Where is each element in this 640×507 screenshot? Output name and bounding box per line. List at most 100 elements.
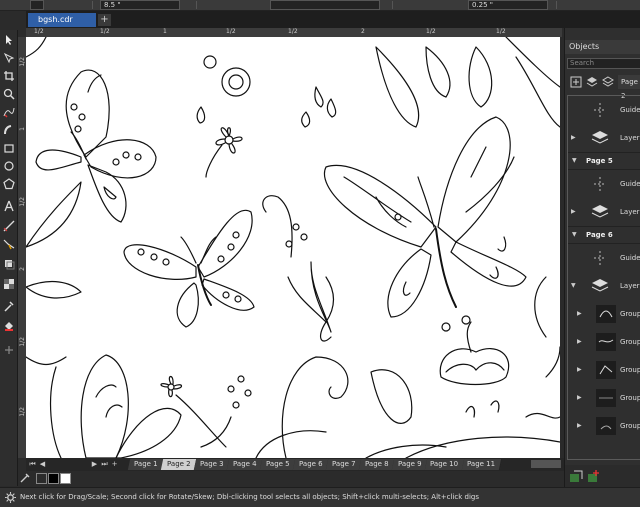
document-tab-row: bgsh.cdr + [0, 11, 640, 28]
new-layer-icon[interactable] [587, 469, 601, 483]
horizontal-scrollbar[interactable] [531, 460, 561, 468]
layer-icon [591, 205, 609, 218]
tree-item-guides[interactable]: Guides [568, 244, 640, 272]
docker-search-input[interactable]: Search [567, 58, 640, 69]
expand-icon[interactable]: ▶ [577, 338, 582, 345]
collapse-icon[interactable]: ▼ [571, 282, 576, 289]
white-swatch[interactable] [60, 473, 71, 484]
ruler-tick: 1/2 [19, 197, 26, 207]
eyedropper-icon[interactable] [20, 473, 30, 483]
ruler-tick: 1 [19, 127, 26, 131]
add-page-icon[interactable]: + [110, 459, 119, 470]
page-tab-active[interactable]: Page 2 [160, 459, 198, 470]
layer-view-icon[interactable] [601, 75, 615, 89]
new-master-layer-icon[interactable] [569, 469, 583, 483]
add-tool-icon[interactable] [2, 342, 16, 358]
page-tab[interactable]: Page 7 [325, 459, 363, 470]
text-tool-icon[interactable] [2, 198, 16, 214]
transparency-tool-icon[interactable] [2, 276, 16, 292]
collapse-icon[interactable]: ▼ [572, 157, 577, 164]
units-dropdown[interactable] [270, 0, 380, 10]
status-bar: Next click for Drag/Scale; Second click … [0, 487, 640, 507]
page-tab[interactable]: Page 4 [226, 459, 264, 470]
guides-icon [594, 103, 606, 117]
add-tab-button[interactable]: + [98, 14, 111, 26]
tree-item-group[interactable]: ▶ Group [574, 384, 640, 412]
tree-item-layer[interactable]: ▶ Layer 1 [568, 198, 640, 226]
freehand-tool-icon[interactable] [2, 104, 16, 120]
page-tab[interactable]: Page 1 [127, 459, 165, 470]
expand-icon[interactable]: ▶ [571, 134, 576, 141]
tree-item-group[interactable]: ▶ Group [574, 300, 640, 328]
eyedropper-icon[interactable] [2, 298, 16, 314]
tree-item-guides[interactable]: Guides [568, 96, 640, 124]
nudge-distance-field[interactable]: 0.25 " [468, 0, 548, 10]
new-layer-icon[interactable] [569, 75, 583, 89]
tree-page-header[interactable]: ▼ Page 6 [568, 226, 640, 244]
next-page-icon[interactable]: ▶ [90, 459, 99, 470]
height-field[interactable]: 8.5 " [100, 0, 180, 10]
toolbox [0, 30, 18, 486]
no-color-swatch[interactable] [36, 473, 47, 484]
ruler-tick: 2 [19, 267, 26, 271]
drawing-canvas[interactable] [26, 37, 560, 458]
ellipse-tool-icon[interactable] [2, 158, 16, 174]
polygon-tool-icon[interactable] [2, 176, 16, 192]
page-navigator: ⏮ ◀ ▶ ⏭ + Page 1 Page 2 Page 3 Page 4 Pa… [26, 458, 564, 471]
tree-page-header[interactable]: ▼ Page 5 [568, 152, 640, 170]
docker-footer [565, 465, 640, 487]
shape-tool-icon[interactable] [2, 50, 16, 66]
property-bar: 8.5 " 0.25 " [0, 0, 640, 11]
layers-icon[interactable] [585, 75, 599, 89]
group-thumbnail [596, 305, 616, 323]
page-tab[interactable]: Page 8 [358, 459, 396, 470]
ruler-tick: 1/2 [288, 28, 298, 35]
ruler-tick: 1/2 [426, 28, 436, 35]
butterfly-top-left [35, 69, 157, 223]
document-tab[interactable]: bgsh.cdr [28, 13, 96, 27]
first-page-icon[interactable]: ⏮ [28, 459, 37, 470]
crop-tool-icon[interactable] [2, 68, 16, 84]
page-tab[interactable]: Page 6 [292, 459, 330, 470]
ruler-tick: 1/2 [34, 28, 44, 35]
pick-tool-icon[interactable] [2, 32, 16, 48]
tree-item-guides[interactable]: Guides [568, 170, 640, 198]
guides-icon [594, 177, 606, 191]
tree-item-group[interactable]: ▶ Group [574, 356, 640, 384]
ruler-tick: 1/2 [226, 28, 236, 35]
page-tab[interactable]: Page 11 [461, 459, 503, 470]
artistic-media-icon[interactable] [2, 122, 16, 138]
collapse-icon[interactable]: ▼ [572, 231, 577, 238]
toolbox-corner [0, 11, 26, 28]
group-thumbnail [596, 417, 616, 435]
tree-item-layer[interactable]: ▼ Layer 1 [568, 272, 640, 300]
interactive-fill-icon[interactable] [2, 318, 16, 334]
tree-item-layer[interactable]: ▶ Layer 1 [568, 124, 640, 152]
expand-icon[interactable]: ▶ [577, 366, 582, 373]
parallel-dimension-icon[interactable] [2, 218, 16, 234]
guides-icon [594, 251, 606, 265]
page-selector[interactable]: Page 2 [618, 75, 640, 100]
rectangle-tool-icon[interactable] [2, 140, 16, 156]
page-tab[interactable]: Page 9 [391, 459, 429, 470]
last-page-icon[interactable]: ⏭ [100, 459, 109, 470]
tree-item-group[interactable]: ▶ Group [574, 412, 640, 440]
expand-icon[interactable]: ▶ [577, 310, 582, 317]
expand-icon[interactable]: ▶ [571, 208, 576, 215]
property-field-small[interactable] [30, 0, 44, 10]
ruler-tick: 1/2 [19, 407, 26, 417]
connector-tool-icon[interactable] [2, 236, 16, 252]
vertical-ruler: 1/2 1 1/2 2 1/2 1/2 [18, 37, 26, 458]
expand-icon[interactable]: ▶ [577, 422, 582, 429]
black-swatch[interactable] [48, 473, 59, 484]
tree-item-group[interactable]: ▶ Group [574, 328, 640, 356]
expand-icon[interactable]: ▶ [577, 394, 582, 401]
gear-icon[interactable] [5, 492, 16, 503]
document-palette [18, 471, 564, 486]
page-tab[interactable]: Page 10 [424, 459, 466, 470]
prev-page-icon[interactable]: ◀ [38, 459, 47, 470]
page-tab[interactable]: Page 5 [259, 459, 297, 470]
zoom-tool-icon[interactable] [2, 86, 16, 102]
page-tab[interactable]: Page 3 [193, 459, 231, 470]
drop-shadow-icon[interactable] [2, 256, 16, 272]
